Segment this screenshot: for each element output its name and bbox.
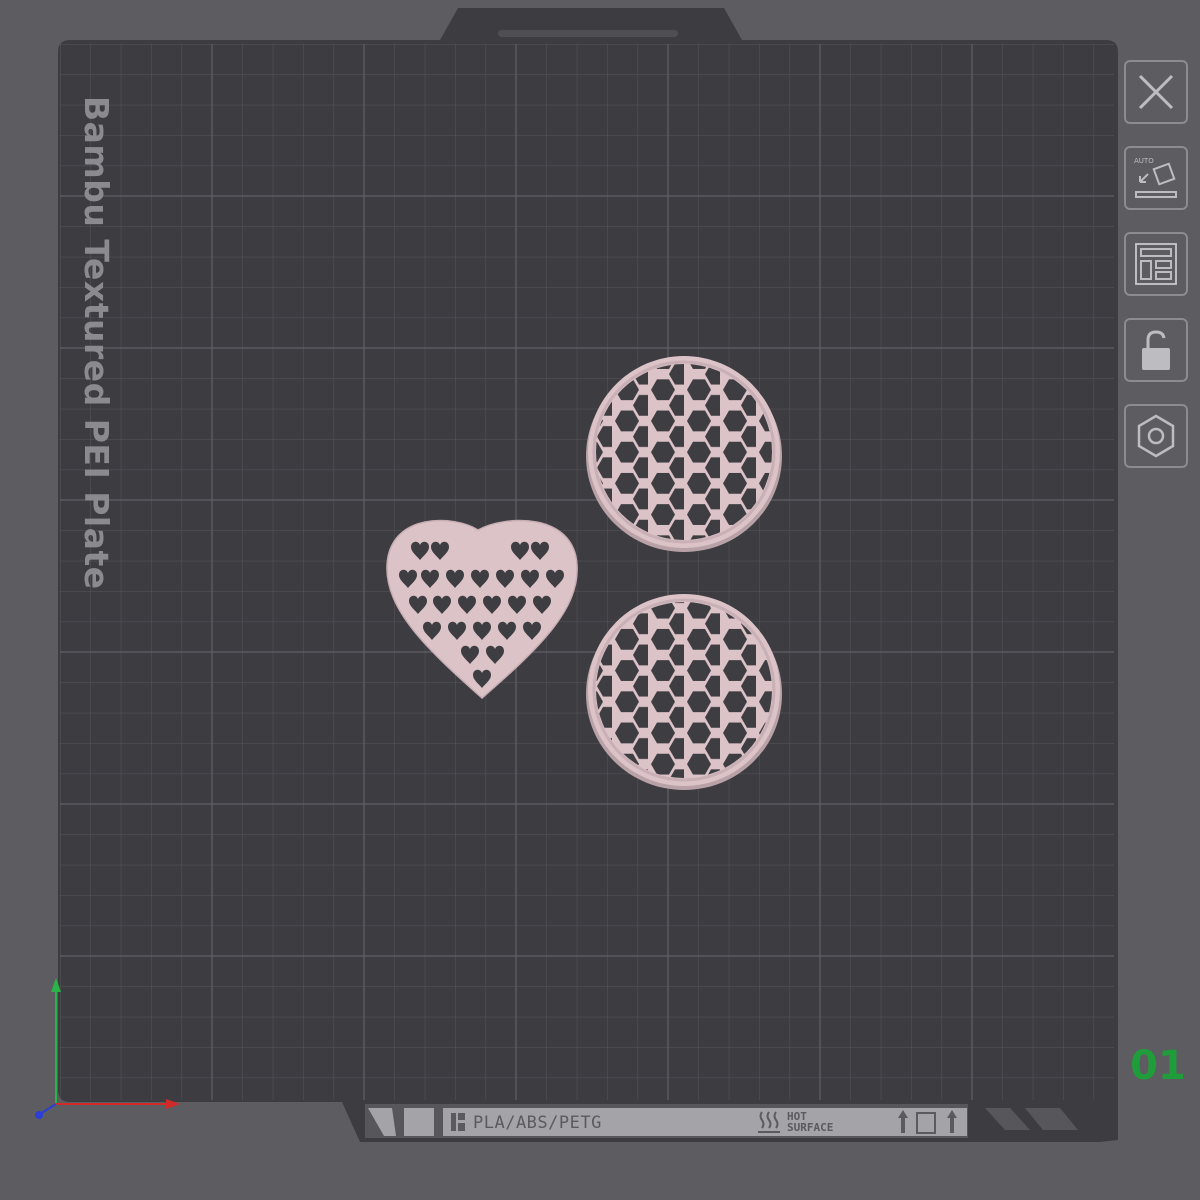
honeycomb-disc-model-2[interactable] [586, 594, 782, 790]
plate-type-label: Bambu Textured PEI Plate [77, 96, 116, 590]
lock-button[interactable] [1124, 318, 1188, 382]
arrange-button[interactable] [1124, 232, 1188, 296]
build-plate [58, 8, 1118, 1142]
hexagon-nut-icon [1137, 414, 1175, 458]
honeycomb-disc-model-1[interactable] [586, 356, 782, 552]
hot-surface-line-2: SURFACE [787, 1121, 834, 1134]
hot-surface-label: HOT SURFACE [787, 1111, 833, 1133]
close-button[interactable] [1124, 60, 1188, 124]
auto-orient-button[interactable]: AUTO [1124, 146, 1188, 210]
auto-orient-icon: AUTO [1134, 157, 1177, 198]
plate-settings-button[interactable] [1124, 404, 1188, 468]
arrange-icon [1135, 243, 1177, 285]
auto-orient-text: AUTO [1134, 157, 1154, 165]
plate-number: 01 [1130, 1043, 1186, 1089]
close-icon [1138, 74, 1174, 110]
build-plate-viewport[interactable] [0, 0, 1200, 1200]
unlock-icon [1142, 330, 1170, 370]
material-compatibility-label: PLA/ABS/PETG [473, 1113, 602, 1133]
